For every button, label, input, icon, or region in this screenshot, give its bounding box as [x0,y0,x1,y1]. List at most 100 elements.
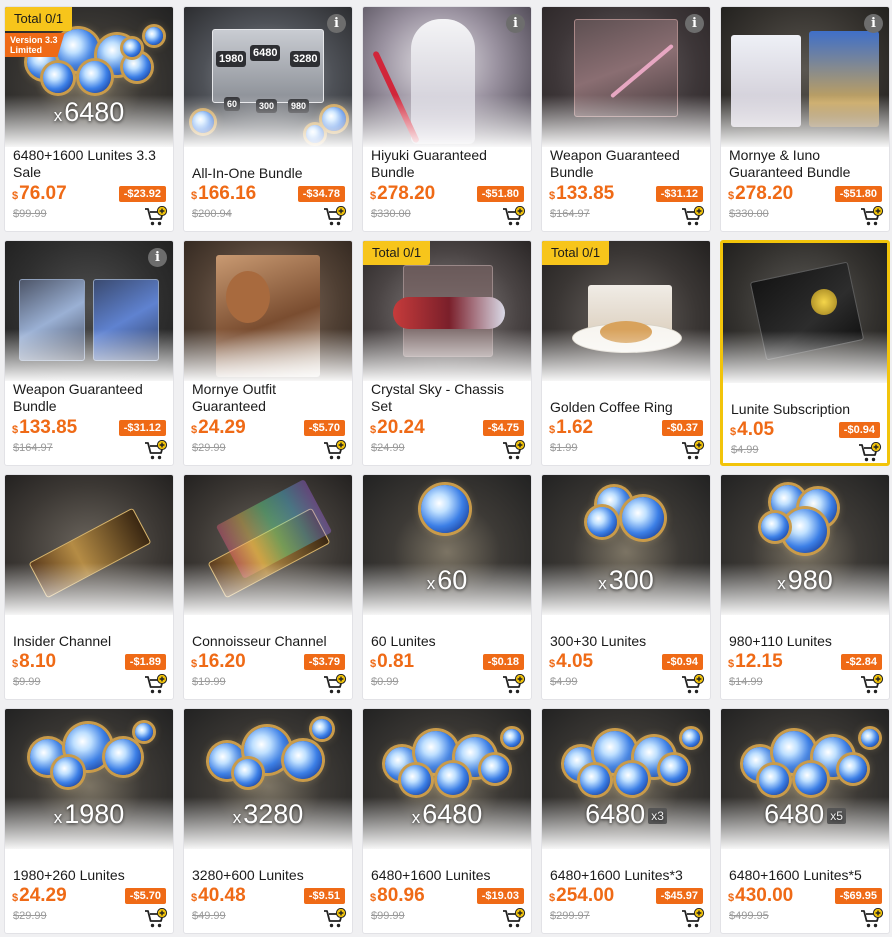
quantity-value: 1980 [64,799,125,829]
lunite-quantity: x6480 [363,799,531,830]
product-image [363,7,531,147]
price-value: 254.00 [556,885,615,906]
add-to-cart-icon[interactable] [502,439,526,462]
image-fade [542,329,710,381]
product-card[interactable]: Total 0/1 Crystal Sky - Chassis Set $20.24… [362,240,532,466]
product-card[interactable]: Mornye Outfit Guaranteed $24.29 -$5.70 $29.… [183,240,353,466]
price-value: 12.15 [735,651,783,672]
discount-badge: -$0.94 [838,422,880,438]
add-to-cart-icon[interactable] [323,673,347,696]
product-card[interactable]: i Weapon Guaranteed Bundle $133.85 -$31.12 $… [4,240,174,466]
quantity-value: 6480 [64,97,125,127]
add-to-cart-icon[interactable] [502,673,526,696]
add-to-cart-icon[interactable] [681,439,705,462]
add-to-cart-icon[interactable] [681,205,705,228]
product-card[interactable]: Connoisseur Channel $16.20 -$3.79 $19.99 [183,474,353,700]
add-to-cart-icon[interactable] [681,673,705,696]
discount-badge: -$9.51 [303,888,345,904]
lunite-quantity: 6480 x3 [542,799,710,830]
currency-symbol: $ [370,892,377,904]
add-to-cart-icon[interactable] [502,205,526,228]
currency-symbol: $ [549,424,556,436]
currency-symbol: $ [191,424,198,436]
product-card[interactable]: x3280 3280+600 Lunites $40.48 -$9.51 $49.99 [183,708,353,934]
original-price: $330.00 [729,208,769,220]
add-to-cart-icon[interactable] [860,673,884,696]
discount-badge: -$0.18 [482,654,524,670]
price-value: 76.07 [19,183,67,204]
lunite-orb [839,755,867,783]
add-to-cart-icon[interactable] [323,907,347,930]
product-card[interactable]: 19806480328060300980iAll-In-One Bundle$1… [183,6,353,232]
product-card[interactable]: i Mornye & Iuno Guaranteed Bundle $278.20 -… [720,6,890,232]
product-card[interactable]: 6480 x3 6480+1600 Lunites*3 $254.00 -$45.97 $… [541,708,711,934]
add-to-cart-icon[interactable] [502,907,526,930]
lunite-orb [421,485,469,533]
add-to-cart-icon[interactable] [144,673,168,696]
product-card[interactable]: Lunite Subscription $4.05 -$0.94 $4.99 [720,240,890,466]
product-image [721,7,889,147]
add-to-cart-icon[interactable] [858,441,882,463]
product-card[interactable]: x6480 6480+1600 Lunites $80.96 -$19.03 $99.9… [362,708,532,934]
product-name: Weapon Guaranteed Bundle [13,381,143,414]
sale-price: $40.48 [191,885,246,907]
product-name: 6480+1600 Lunites 3.3 Sale [13,147,156,180]
price-value: 133.85 [556,183,615,204]
info-icon[interactable]: i [148,248,167,267]
add-to-cart-icon[interactable] [144,439,168,462]
image-fade [721,95,889,147]
product-card[interactable]: Total 0/1 Version 3.3 Limited x6480 6480+160… [4,6,174,232]
quantity-prefix: x [53,808,63,827]
image-fade [363,329,531,381]
price-value: 8.10 [19,651,57,672]
product-card[interactable]: Total 0/1 Golden Coffee Ring $1.62 -$0.37 $1… [541,240,711,466]
sale-price: $12.15 [728,651,783,673]
currency-symbol: $ [549,658,556,670]
add-to-cart-icon[interactable] [144,205,168,228]
product-card[interactable]: i Hiyuki Guaranteed Bundle $278.20 -$51.80 $… [362,6,532,232]
add-to-cart-icon[interactable] [323,205,347,228]
original-price: $499.95 [729,910,769,922]
add-to-cart-icon[interactable] [323,439,347,462]
product-card[interactable]: x1980 1980+260 Lunites $24.29 -$5.70 $29.99 [4,708,174,934]
discount-badge: -$3.79 [303,654,345,670]
product-card[interactable]: 6480 x5 6480+1600 Lunites*5 $430.00 -$69.95 $… [720,708,890,934]
quantity-prefix: x [598,574,607,593]
info-icon[interactable]: i [864,14,883,33]
image-fade [184,563,352,615]
info-icon[interactable]: i [327,14,346,33]
quantity-prefix: x [777,574,786,593]
quantity-prefix: x [411,808,421,827]
product-card[interactable]: x980 980+110 Lunites $12.15 -$2.84 $14.99 [720,474,890,700]
bundle-label: 3280 [290,51,321,67]
currency-symbol: $ [370,424,377,436]
product-card[interactable]: Insider Channel $8.10 -$1.89 $9.99 [4,474,174,700]
product-name: 300+30 Lunites [550,633,647,649]
quantity-multiplier: x5 [827,808,846,824]
product-card[interactable]: i Weapon Guaranteed Bundle $133.85 -$31.12 $… [541,6,711,232]
sale-price: $76.07 [12,183,67,205]
bundle-label: 1980 [216,51,247,67]
info-icon[interactable]: i [506,14,525,33]
add-to-cart-icon[interactable] [860,907,884,930]
product-name: Weapon Guaranteed Bundle [550,147,680,180]
currency-symbol: $ [549,190,556,202]
price-value: 166.16 [198,183,257,204]
product-card[interactable]: x300 300+30 Lunites $4.05 -$0.94 $4.99 [541,474,711,700]
lunite-orb [861,729,879,747]
currency-symbol: $ [191,190,198,202]
product-name: Mornye & Iuno Guaranteed Bundle [729,147,851,180]
bundle-label: 6480 [250,45,281,61]
sale-price: $0.81 [370,651,414,673]
info-icon[interactable]: i [685,14,704,33]
lunite-orb [503,729,521,747]
add-to-cart-icon[interactable] [144,907,168,930]
add-to-cart-icon[interactable] [681,907,705,930]
original-price: $9.99 [13,676,41,688]
lunite-orb [481,755,509,783]
product-card[interactable]: x60 60 Lunites $0.81 -$0.18 $0.99 [362,474,532,700]
product-image [184,475,352,615]
currency-symbol: $ [730,426,737,438]
add-to-cart-icon[interactable] [860,205,884,228]
lunite-orb [795,763,827,795]
